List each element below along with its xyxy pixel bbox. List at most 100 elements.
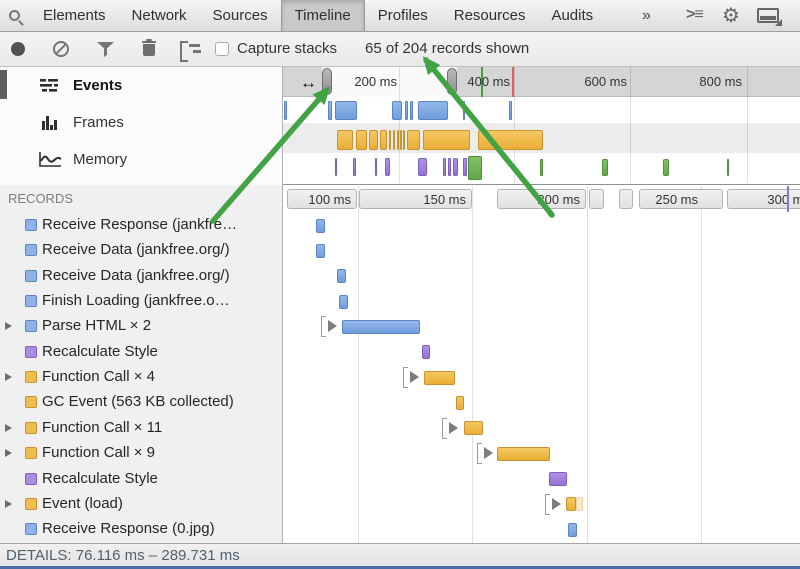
record-button[interactable]: [11, 42, 25, 56]
waterfall-bar[interactable]: [497, 447, 550, 461]
overview-paint-event: [540, 159, 543, 176]
record-type-swatch: [25, 396, 37, 408]
overview-paint-event: [468, 156, 482, 180]
overview-scripting-bar: [400, 130, 402, 150]
record-type-swatch: [25, 270, 37, 282]
waterfall-expander-bracket[interactable]: [477, 443, 482, 464]
record-type-swatch: [25, 244, 37, 256]
record-type-swatch: [25, 346, 37, 358]
record-row[interactable]: Event (load): [0, 492, 283, 517]
record-row[interactable]: Recalculate Style: [0, 467, 283, 492]
memory-icon: [36, 151, 64, 167]
sidebar-item-events[interactable]: Events: [0, 70, 283, 100]
resize-cursor-icon: ↔: [300, 73, 317, 93]
waterfall-bar[interactable]: [424, 371, 455, 385]
waterfall-expander-bracket[interactable]: [545, 494, 550, 515]
filter-button[interactable]: [97, 42, 114, 57]
frames-mode-icon[interactable]: [180, 41, 206, 58]
record-label: Receive Data (jankfree.org/): [42, 267, 230, 284]
record-label: Function Call × 4: [42, 368, 155, 385]
waterfall-expander-bracket[interactable]: [321, 316, 326, 337]
records-panel: RECORDS Receive Response (jankfre…Receiv…: [0, 185, 283, 543]
waterfall-bar[interactable]: [549, 472, 567, 486]
waterfall-bar[interactable]: [339, 295, 348, 309]
overview-scripting-bar: [380, 130, 387, 150]
record-type-swatch: [25, 371, 37, 383]
tab-elements[interactable]: Elements: [30, 0, 119, 31]
record-label: GC Event (563 KB collected): [42, 393, 234, 410]
waterfall-expander-triangle[interactable]: [410, 371, 419, 383]
annotation-green-dot: [548, 211, 554, 217]
settings-gear-icon[interactable]: ⚙: [722, 3, 740, 28]
overview-paint-event: [727, 159, 729, 176]
record-type-swatch: [25, 295, 37, 307]
waterfall-grid[interactable]: [283, 185, 800, 543]
records-header: RECORDS: [8, 191, 73, 206]
record-type-swatch: [25, 523, 37, 535]
record-row[interactable]: Function Call × 11: [0, 416, 283, 441]
record-row[interactable]: Finish Loading (jankfree.o…: [0, 289, 283, 314]
sidebar-item-memory[interactable]: Memory: [0, 144, 283, 174]
tab-profiles[interactable]: Profiles: [365, 0, 441, 31]
record-row[interactable]: GC Event (563 KB collected): [0, 390, 283, 415]
expander-triangle-icon[interactable]: [5, 500, 12, 508]
record-type-swatch: [25, 473, 37, 485]
record-row[interactable]: Receive Response (jankfre…: [0, 213, 283, 238]
clear-button[interactable]: [53, 41, 69, 57]
expander-triangle-icon[interactable]: [5, 322, 12, 330]
overview-gridline: [630, 67, 631, 183]
overview-gridline: [747, 67, 748, 183]
overview-loading-bar: [410, 101, 413, 120]
overview-painting-bar: [453, 158, 458, 176]
capture-stacks-checkbox[interactable]: [215, 42, 229, 56]
record-row[interactable]: Function Call × 9: [0, 441, 283, 466]
overview-left-resize-handle[interactable]: [322, 68, 332, 95]
mode-sidebar: Events Frames Memory: [0, 67, 283, 185]
waterfall-bar[interactable]: [337, 269, 346, 283]
overview-loading-bar: [463, 101, 465, 120]
tab-timeline[interactable]: Timeline: [281, 0, 365, 31]
expander-triangle-icon[interactable]: [5, 373, 12, 381]
overview-gridline: [514, 67, 515, 183]
capture-stacks-label[interactable]: Capture stacks: [237, 40, 337, 57]
tab-network[interactable]: Network: [119, 0, 200, 31]
record-row[interactable]: Function Call × 4: [0, 365, 283, 390]
overview-scripting-bar: [397, 130, 399, 150]
overview-scripting-bar: [393, 130, 395, 150]
expander-triangle-icon[interactable]: [5, 424, 12, 432]
expander-triangle-icon[interactable]: [5, 449, 12, 457]
record-row[interactable]: Receive Data (jankfree.org/): [0, 264, 283, 289]
record-row[interactable]: Receive Response (0.jpg): [0, 517, 283, 542]
overview-right-resize-handle[interactable]: [447, 68, 457, 95]
waterfall-bar[interactable]: [316, 219, 325, 233]
waterfall-expander-bracket[interactable]: [403, 367, 408, 388]
record-row[interactable]: Receive Data (jankfree.org/): [0, 238, 283, 263]
search-icon[interactable]: [9, 10, 20, 21]
waterfall-expander-triangle[interactable]: [552, 498, 561, 510]
waterfall-bar[interactable]: [316, 244, 325, 258]
waterfall-expander-triangle[interactable]: [484, 447, 493, 459]
grid-time-chip: 300 ms: [727, 189, 800, 209]
waterfall-bar[interactable]: [456, 396, 464, 410]
dock-side-icon[interactable]: [757, 8, 779, 23]
tab-sources[interactable]: Sources: [200, 0, 281, 31]
waterfall-bar[interactable]: [342, 320, 420, 334]
waterfall-bar[interactable]: [422, 345, 430, 359]
console-drawer-icon[interactable]: >≡: [686, 6, 703, 24]
waterfall-bar[interactable]: [566, 497, 576, 511]
grid-gridline: [587, 186, 588, 543]
overview-paint-event: [602, 159, 608, 176]
tab-overflow-chevron[interactable]: »: [636, 0, 657, 31]
waterfall-expander-bracket[interactable]: [442, 418, 447, 439]
main-tab-bar: ElementsNetworkSourcesTimelineProfilesRe…: [0, 0, 800, 32]
tab-resources[interactable]: Resources: [441, 0, 539, 31]
record-row[interactable]: Recalculate Style: [0, 340, 283, 365]
tab-audits[interactable]: Audits: [538, 0, 606, 31]
waterfall-expander-triangle[interactable]: [449, 422, 458, 434]
waterfall-bar[interactable]: [464, 421, 483, 435]
garbage-collect-button[interactable]: [143, 44, 155, 56]
waterfall-expander-triangle[interactable]: [328, 320, 337, 332]
waterfall-bar[interactable]: [568, 523, 577, 537]
sidebar-item-frames[interactable]: Frames: [0, 107, 283, 137]
record-row[interactable]: Parse HTML × 2: [0, 314, 283, 339]
